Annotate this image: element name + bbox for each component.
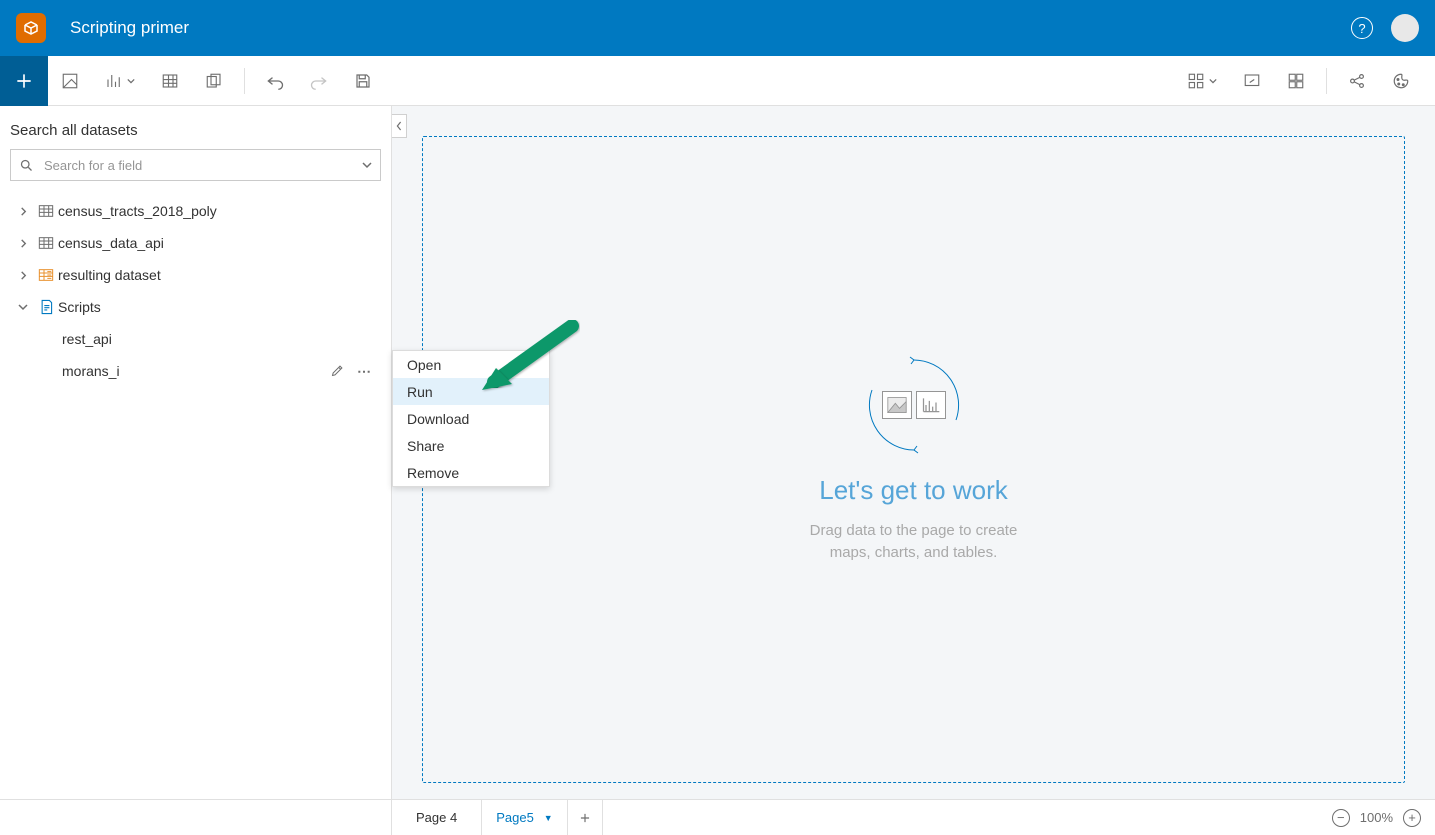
toolbar-separator bbox=[244, 68, 245, 94]
zoom-out-button[interactable]: − bbox=[1332, 809, 1350, 827]
table-icon bbox=[34, 204, 58, 218]
theme-button[interactable] bbox=[1379, 56, 1423, 106]
toolbar bbox=[0, 56, 1435, 106]
add-page-button[interactable] bbox=[567, 800, 603, 835]
footer-sidebar-spacer bbox=[0, 800, 392, 835]
collapse-icon[interactable] bbox=[12, 302, 34, 312]
more-options-icon[interactable]: ⋯ bbox=[357, 363, 373, 380]
widget-button[interactable] bbox=[192, 56, 236, 106]
map-tile-icon bbox=[882, 391, 912, 419]
dataset-item-census-tracts[interactable]: census_tracts_2018_poly bbox=[10, 195, 381, 227]
table-card-button[interactable] bbox=[148, 56, 192, 106]
dataset-tree: census_tracts_2018_poly census_data_api … bbox=[10, 195, 381, 387]
dataset-item-scripts[interactable]: Scripts bbox=[10, 291, 381, 323]
menu-item-run[interactable]: Run bbox=[393, 378, 549, 405]
chevron-down-icon[interactable] bbox=[362, 160, 372, 170]
script-folder-icon bbox=[34, 299, 58, 315]
chevron-down-icon[interactable]: ▼ bbox=[544, 813, 553, 823]
search-icon bbox=[19, 158, 34, 173]
help-icon[interactable]: ? bbox=[1351, 17, 1373, 39]
expand-icon[interactable] bbox=[12, 239, 34, 248]
chart-tile-icon bbox=[916, 391, 946, 419]
chart-card-button[interactable] bbox=[92, 56, 148, 106]
page-footer: Page 4 Page5 ▼ − 100% + bbox=[0, 799, 1435, 835]
search-input[interactable] bbox=[10, 149, 381, 181]
empty-state-sub2: maps, charts, and tables. bbox=[810, 542, 1018, 565]
layout-button[interactable] bbox=[1174, 56, 1230, 106]
add-button[interactable] bbox=[0, 56, 48, 106]
save-button[interactable] bbox=[341, 56, 385, 106]
zoom-in-button[interactable]: + bbox=[1403, 809, 1421, 827]
script-item-rest-api[interactable]: rest_api bbox=[10, 323, 381, 355]
redo-button[interactable] bbox=[297, 56, 341, 106]
map-card-button[interactable] bbox=[48, 56, 92, 106]
page-dropzone[interactable]: Let's get to work Drag data to the page … bbox=[422, 136, 1405, 783]
toolbar-separator bbox=[1326, 68, 1327, 94]
dataset-label: census_tracts_2018_poly bbox=[58, 203, 217, 219]
empty-state: Let's get to work Drag data to the page … bbox=[810, 355, 1018, 565]
dataset-label: Scripts bbox=[58, 299, 101, 315]
chevron-down-icon bbox=[127, 77, 135, 85]
app-title: Scripting primer bbox=[70, 18, 189, 38]
presentation-button[interactable] bbox=[1230, 56, 1274, 106]
script-label: rest_api bbox=[62, 331, 112, 347]
search-field-input[interactable] bbox=[42, 157, 362, 174]
empty-state-graphic bbox=[864, 355, 964, 455]
table-icon bbox=[34, 236, 58, 250]
data-sidebar: Search all datasets census_tracts_2018_p… bbox=[0, 106, 392, 799]
page-tab-4[interactable]: Page 4 bbox=[392, 800, 482, 835]
undo-button[interactable] bbox=[253, 56, 297, 106]
script-context-menu: Open Run Download Share Remove bbox=[392, 350, 550, 487]
dataset-item-resulting[interactable]: resulting dataset bbox=[10, 259, 381, 291]
expand-icon[interactable] bbox=[12, 271, 34, 280]
dataset-item-census-api[interactable]: census_data_api bbox=[10, 227, 381, 259]
collapse-sidebar-button[interactable] bbox=[392, 114, 407, 138]
page-tab-label: Page 4 bbox=[416, 810, 457, 825]
menu-item-open[interactable]: Open bbox=[393, 351, 549, 378]
dataset-label: census_data_api bbox=[58, 235, 164, 251]
chevron-down-icon bbox=[1209, 77, 1217, 85]
page-tab-5[interactable]: Page5 ▼ bbox=[482, 800, 567, 835]
share-button[interactable] bbox=[1335, 56, 1379, 106]
empty-state-sub1: Drag data to the page to create bbox=[810, 520, 1018, 543]
script-label: morans_i bbox=[62, 363, 120, 379]
user-avatar[interactable] bbox=[1391, 14, 1419, 42]
menu-item-share[interactable]: Share bbox=[393, 432, 549, 459]
keyboard-button[interactable] bbox=[1274, 56, 1318, 106]
menu-item-remove[interactable]: Remove bbox=[393, 459, 549, 486]
empty-state-heading: Let's get to work bbox=[810, 475, 1018, 506]
zoom-level: 100% bbox=[1360, 810, 1393, 825]
app-logo bbox=[16, 13, 46, 43]
dataset-label: resulting dataset bbox=[58, 267, 161, 283]
result-dataset-icon bbox=[34, 268, 58, 282]
app-header: Scripting primer ? bbox=[0, 0, 1435, 56]
sidebar-title: Search all datasets bbox=[10, 122, 381, 139]
page-tab-label: Page5 bbox=[496, 810, 534, 825]
menu-item-download[interactable]: Download bbox=[393, 405, 549, 432]
expand-icon[interactable] bbox=[12, 207, 34, 216]
script-item-morans-i[interactable]: morans_i ⋯ bbox=[10, 355, 381, 387]
edit-icon[interactable] bbox=[330, 363, 345, 380]
